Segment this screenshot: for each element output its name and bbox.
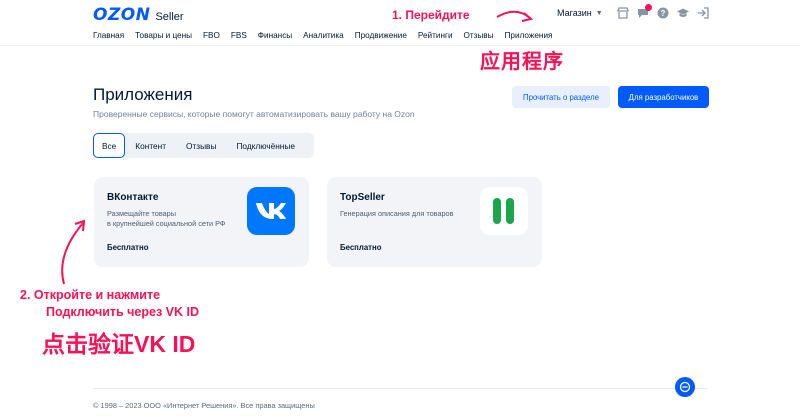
nav-divider xyxy=(0,45,800,46)
tab-connected[interactable]: Подключённые xyxy=(226,133,305,158)
vk-logo-icon xyxy=(247,187,295,235)
app-card-price: Бесплатно xyxy=(107,243,149,252)
read-about-section-button[interactable]: Прочитать о разделе xyxy=(512,86,610,108)
annotation-step-2-line-1: 2. Откройте и нажмите xyxy=(20,288,161,302)
shop-selector[interactable]: Магазин ▼ xyxy=(557,8,603,18)
app-card-title: ВКонтакте xyxy=(107,192,159,203)
tab-all[interactable]: Все xyxy=(93,133,126,158)
nav-item-analytics[interactable]: Аналитика xyxy=(303,31,344,40)
nav-item-fbs[interactable]: FBS xyxy=(231,31,247,40)
app-card-description: Размещайте товары в крупнейшей социально… xyxy=(107,209,247,229)
tab-reviews[interactable]: Отзывы xyxy=(176,133,226,158)
nav-item-ratings[interactable]: Рейтинги xyxy=(418,31,453,40)
app-card-description-line: Размещайте товары xyxy=(107,209,176,218)
header-icons: ? xyxy=(616,4,709,19)
footer-copyright: © 1998 – 2023 ООО «Интернет Решения». Вс… xyxy=(93,401,315,410)
nav-item-home[interactable]: Главная xyxy=(93,31,124,40)
main-nav: Главная Товары и цены FBO FBS Финансы Ан… xyxy=(93,31,563,40)
page-title: Приложения xyxy=(93,85,193,104)
nav-item-fbo[interactable]: FBO xyxy=(203,31,220,40)
tab-content[interactable]: Контент xyxy=(125,133,176,158)
annotation-step-1: 1. Перейдите xyxy=(392,8,470,22)
nav-item-apps[interactable]: Приложения xyxy=(505,31,553,40)
page-subtitle: Проверенные сервисы, которые помогут авт… xyxy=(93,109,415,119)
topseller-logo-glyph xyxy=(493,198,514,224)
annotation-step-2-line-2: Подключить через VK ID xyxy=(46,305,199,319)
store-icon[interactable] xyxy=(616,6,629,19)
app-card-description: Генерация описания для товаров xyxy=(340,209,480,219)
nav-item-promotion[interactable]: Продвижение xyxy=(355,31,407,40)
logo-brand: OZON xyxy=(93,5,151,25)
nav-item-reviews[interactable]: Отзывы xyxy=(464,31,494,40)
svg-text:?: ? xyxy=(660,9,665,18)
ozon-seller-logo[interactable]: OZON Seller xyxy=(93,5,184,25)
app-card-topseller[interactable]: TopSeller Генерация описания для товаров… xyxy=(327,177,542,267)
support-chat-icon xyxy=(679,381,691,393)
support-chat-button[interactable] xyxy=(675,377,695,397)
vk-logo-glyph xyxy=(256,203,286,219)
notification-dot xyxy=(645,4,652,11)
help-icon[interactable]: ? xyxy=(656,6,669,19)
app-card-description-line: Генерация описания для товаров xyxy=(340,209,454,218)
logo-product: Seller xyxy=(155,11,184,23)
topseller-logo-icon xyxy=(480,187,528,235)
footer-divider xyxy=(93,388,708,389)
filter-tabs: Все Контент Отзывы Подключённые xyxy=(93,133,314,158)
app-card-title: TopSeller xyxy=(340,192,385,203)
app-card-description-line: в крупнейшей социальной сети РФ xyxy=(107,219,226,228)
nav-item-finance[interactable]: Финансы xyxy=(258,31,292,40)
logout-icon[interactable] xyxy=(696,6,709,19)
app-card-price: Бесплатно xyxy=(340,243,382,252)
shop-selector-label: Магазин xyxy=(557,8,592,18)
academy-icon[interactable] xyxy=(676,6,689,19)
annotation-step-2-chinese: 点击验证VK ID xyxy=(42,331,196,357)
app-card-vkontakte[interactable]: ВКонтакте Размещайте товары в крупнейшей… xyxy=(94,177,309,267)
for-developers-button[interactable]: Для разработчиков xyxy=(618,86,709,108)
nav-item-products[interactable]: Товары и цены xyxy=(135,31,192,40)
chat-icon[interactable] xyxy=(636,4,652,19)
annotation-step-1-chinese: 应用程序 xyxy=(480,51,564,73)
chevron-down-icon: ▼ xyxy=(595,9,603,17)
